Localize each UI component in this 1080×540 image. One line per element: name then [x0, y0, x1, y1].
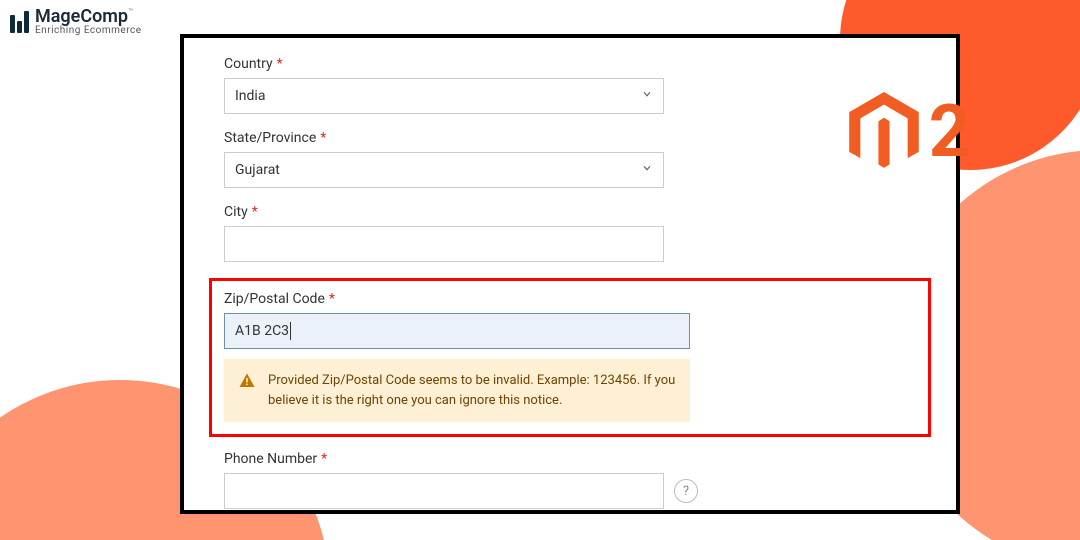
magento-icon — [849, 92, 919, 172]
required-asterisk: * — [321, 451, 327, 467]
state-row: State/Province* Gujarat — [224, 130, 916, 188]
phone-input[interactable] — [224, 473, 664, 509]
brand-name: MageComp — [35, 6, 128, 27]
zip-highlight-box: Zip/Postal Code* A1B 2C3 Provided Zip/Po… — [209, 278, 931, 437]
city-row: City* — [224, 204, 916, 262]
zip-warning: Provided Zip/Postal Code seems to be inv… — [224, 359, 690, 422]
required-asterisk: * — [252, 204, 258, 220]
chevron-down-icon — [641, 162, 653, 178]
help-icon[interactable]: ? — [674, 479, 698, 503]
zip-value: A1B 2C3 — [235, 323, 289, 339]
required-asterisk: * — [329, 291, 335, 307]
country-label: Country* — [224, 56, 916, 72]
brand-tagline: Enriching Ecommerce — [35, 26, 142, 36]
city-label: City* — [224, 204, 916, 220]
required-asterisk: * — [277, 56, 283, 72]
country-row: Country* India — [224, 56, 916, 114]
magecomp-logo: MageComp™ Enriching Ecommerce — [10, 8, 142, 36]
country-value: India — [235, 88, 265, 104]
phone-label: Phone Number* — [224, 451, 916, 467]
magento2-badge: 2 — [849, 92, 970, 172]
state-value: Gujarat — [235, 162, 280, 178]
form-panel: Country* India State/Province* Gujarat C… — [180, 34, 960, 514]
state-select[interactable]: Gujarat — [224, 152, 664, 188]
magecomp-mark-icon — [10, 11, 29, 33]
zip-input[interactable]: A1B 2C3 — [224, 313, 690, 349]
text-cursor — [290, 322, 291, 340]
brand-tm: ™ — [128, 7, 133, 16]
zip-label: Zip/Postal Code* — [224, 291, 916, 307]
city-input[interactable] — [224, 226, 664, 262]
state-label: State/Province* — [224, 130, 916, 146]
warning-icon — [238, 372, 256, 397]
chevron-down-icon — [641, 88, 653, 104]
required-asterisk: * — [320, 130, 326, 146]
magento-version: 2 — [929, 96, 970, 168]
phone-row: Phone Number* ? — [224, 451, 916, 509]
zip-warning-text: Provided Zip/Postal Code seems to be inv… — [268, 371, 676, 410]
country-select[interactable]: India — [224, 78, 664, 114]
